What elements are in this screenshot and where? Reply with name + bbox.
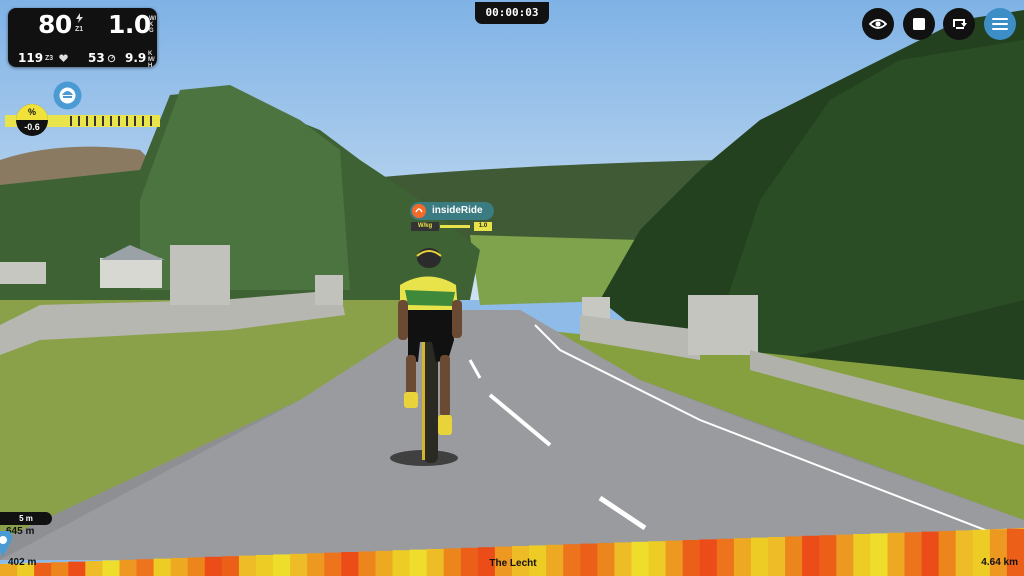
rider-wkg-unit: W/kg [411, 222, 439, 231]
profile-segment [614, 542, 632, 576]
profile-segment [580, 543, 598, 576]
profile-segment [665, 540, 684, 576]
profile-segment [187, 557, 206, 576]
profile-segment [699, 539, 718, 576]
ride-timer: 00:00:03 [475, 2, 549, 24]
profile-segment [648, 541, 667, 576]
profile-segment [238, 555, 257, 576]
profile-segment [324, 552, 342, 576]
profile-segment [631, 541, 650, 576]
profile-segment [34, 562, 52, 576]
brand-logo-icon [412, 204, 426, 218]
menu-button[interactable] [984, 8, 1016, 40]
profile-segment [51, 562, 69, 576]
profile-segment [136, 559, 155, 576]
heart-rate-value: 119 [18, 51, 44, 65]
profile-segment [785, 536, 803, 576]
profile-segment [375, 550, 394, 576]
route-name: The Lecht [489, 558, 537, 569]
profile-segment [921, 531, 940, 576]
distance-completed: 402 m [8, 557, 37, 568]
profile-segment [273, 554, 291, 576]
profile-segment [836, 534, 854, 576]
profile-segment [68, 561, 86, 576]
profile-segment [290, 553, 308, 576]
profile-segment [358, 551, 376, 576]
cadence-value: 53 [88, 51, 105, 65]
gradient-badge: % -0.6 [16, 104, 48, 136]
rider-wkg-value: 1.0 [474, 222, 492, 231]
profile-segment [563, 544, 581, 576]
cadence-icon [107, 54, 116, 63]
speed-value: 9.9 [125, 51, 147, 65]
profile-segment [392, 550, 411, 576]
profile-segment [85, 561, 103, 576]
loop-button[interactable] [943, 8, 975, 40]
ride-stats-panel: 80 Z1 1.0 W/KG 119 Z3 53 9.9 KM/H [8, 8, 157, 69]
profile-segment [153, 558, 172, 576]
speed-unit: KM/H [148, 51, 155, 69]
profile-segment [819, 535, 837, 576]
profile-segment [256, 555, 274, 576]
profile-segment [853, 534, 871, 576]
elevation-range-chip: 5 m [0, 512, 52, 525]
profile-segment [989, 529, 1008, 576]
profile-segment [682, 540, 701, 576]
hr-zone: Z3 [45, 55, 54, 62]
ride-video-scene [0, 0, 1024, 560]
rider-name-tag: insideRide [410, 202, 494, 220]
profile-segment [716, 538, 735, 576]
total-distance: 4.64 km [981, 557, 1018, 568]
profile-segment [409, 549, 428, 576]
view-toggle-button[interactable] [862, 8, 894, 40]
profile-segment [221, 556, 240, 576]
profile-segment [768, 537, 786, 576]
profile-segment [443, 548, 462, 576]
lightning-icon [76, 13, 83, 23]
profile-segment [597, 543, 615, 576]
rider-wkg-bar [440, 225, 470, 228]
profile-segment [904, 532, 923, 576]
profile-segment [733, 538, 752, 576]
profile-segment [307, 553, 325, 576]
profile-segment [102, 560, 120, 576]
location-pin-icon [0, 531, 12, 557]
menu-icon [992, 18, 1008, 30]
profile-segment [426, 549, 445, 576]
heart-icon [59, 54, 68, 62]
stop-icon [913, 18, 925, 30]
profile-segment [119, 559, 138, 576]
eye-icon [869, 19, 887, 29]
profile-segment [955, 530, 974, 576]
power-zone: Z1 [75, 26, 84, 33]
profile-segment [972, 529, 991, 576]
stop-button[interactable] [903, 8, 935, 40]
wkg-value: 1.0 [108, 10, 151, 39]
profile-segment [802, 535, 820, 576]
loop-icon [953, 19, 967, 29]
profile-segment [870, 533, 888, 576]
power-value: 80 [38, 10, 72, 39]
wkg-unit: W/KG [149, 16, 157, 34]
profile-segment [341, 552, 359, 576]
profile-segment [750, 537, 769, 576]
profile-segment [1006, 528, 1024, 576]
rider-icon [53, 81, 82, 110]
profile-segment [204, 556, 223, 576]
profile-segment [887, 532, 906, 576]
rider-name: insideRide [432, 205, 483, 216]
profile-segment [938, 531, 957, 576]
profile-segment [170, 558, 189, 576]
gradient-value: -0.6 [24, 122, 40, 132]
